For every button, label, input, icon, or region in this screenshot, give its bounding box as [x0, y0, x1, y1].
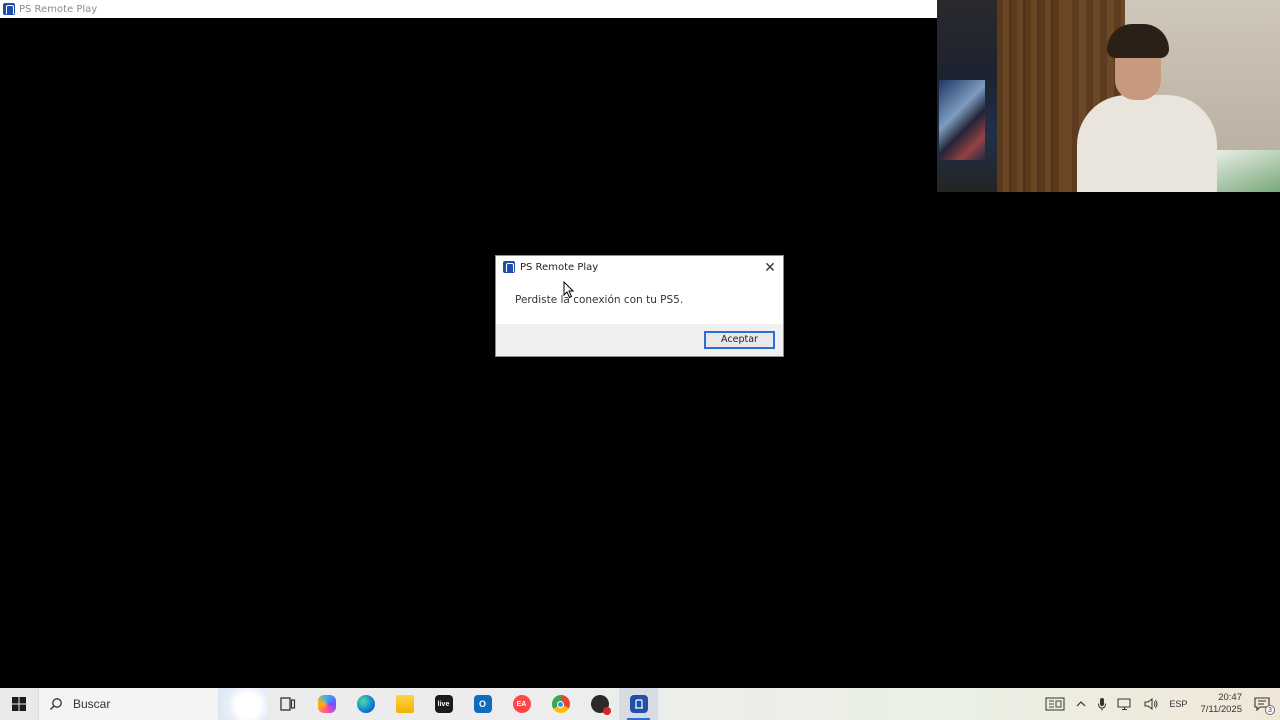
edge-button[interactable]	[346, 688, 385, 720]
network-button[interactable]	[1112, 688, 1138, 720]
dialog-message: Perdiste la conexión con tu PS5.	[515, 294, 684, 306]
webcam-poster	[939, 80, 985, 160]
task-view-button[interactable]	[268, 688, 307, 720]
app-title: PS Remote Play	[19, 3, 98, 15]
copilot-button[interactable]	[307, 688, 346, 720]
task-view-icon	[279, 697, 295, 711]
chrome-icon	[551, 695, 570, 713]
webcam-person	[1077, 95, 1217, 192]
microphone-button[interactable]	[1092, 688, 1112, 720]
app-titlebar[interactable]: PS Remote Play	[0, 0, 937, 18]
volume-button[interactable]	[1138, 688, 1164, 720]
webcam-door	[997, 0, 1065, 192]
connection-lost-dialog: PS Remote Play ✕ Perdiste la conexión co…	[495, 255, 784, 357]
close-icon[interactable]: ✕	[763, 260, 777, 274]
notifications-button[interactable]: 3	[1250, 688, 1280, 720]
notification-count-badge: 3	[1265, 705, 1275, 715]
edge-icon	[356, 695, 375, 713]
taskbar-search[interactable]: Buscar	[38, 688, 268, 720]
start-button[interactable]	[0, 688, 38, 720]
chrome-button[interactable]	[541, 688, 580, 720]
clock-time: 20:47	[1218, 692, 1242, 703]
search-icon	[50, 698, 62, 710]
taskbar: Buscar live O EA ESP 20:47 7/11/2025 3	[0, 688, 1280, 720]
show-hidden-icons-button[interactable]	[1070, 688, 1092, 720]
webcam-bed	[1215, 150, 1280, 192]
microphone-icon	[1098, 698, 1107, 711]
clock[interactable]: 20:47 7/11/2025	[1192, 692, 1250, 716]
screen: PS Remote Play PS Remote Play ✕ Perdiste…	[0, 0, 1280, 720]
network-icon	[1117, 698, 1131, 710]
speaker-icon	[1144, 698, 1158, 710]
search-highlight-image	[218, 688, 268, 720]
dialog-title: PS Remote Play	[520, 261, 599, 273]
news-widget-button[interactable]	[1040, 688, 1070, 720]
chevron-up-icon	[1076, 701, 1086, 707]
obs-button[interactable]	[580, 688, 619, 720]
clock-date: 7/11/2025	[1200, 704, 1242, 715]
news-icon	[1045, 697, 1065, 711]
ea-app-icon: EA	[512, 695, 531, 713]
dialog-footer: Aceptar	[496, 324, 783, 356]
search-placeholder: Buscar	[73, 697, 111, 711]
ps-remote-play-icon	[503, 261, 515, 273]
language-indicator[interactable]: ESP	[1164, 688, 1192, 720]
outlook-button[interactable]: O	[463, 688, 502, 720]
file-explorer-button[interactable]	[385, 688, 424, 720]
system-tray: ESP 20:47 7/11/2025 3	[1040, 688, 1280, 720]
webcam-person-hair	[1107, 24, 1169, 58]
livestream-button[interactable]: live	[424, 688, 463, 720]
copilot-icon	[317, 695, 336, 713]
windows-logo-icon	[12, 697, 26, 711]
ps-remote-play-icon	[3, 3, 15, 15]
dialog-titlebar[interactable]: PS Remote Play	[496, 256, 783, 278]
accept-button[interactable]: Aceptar	[704, 331, 775, 349]
webcam-overlay	[937, 0, 1280, 192]
ps-remote-play-taskbar-button[interactable]	[619, 688, 658, 720]
file-explorer-icon	[395, 695, 414, 713]
livestream-icon: live	[434, 695, 453, 713]
obs-icon	[590, 695, 611, 715]
ps-remote-play-icon	[629, 695, 648, 713]
ea-app-button[interactable]: EA	[502, 688, 541, 720]
outlook-icon: O	[473, 695, 492, 713]
